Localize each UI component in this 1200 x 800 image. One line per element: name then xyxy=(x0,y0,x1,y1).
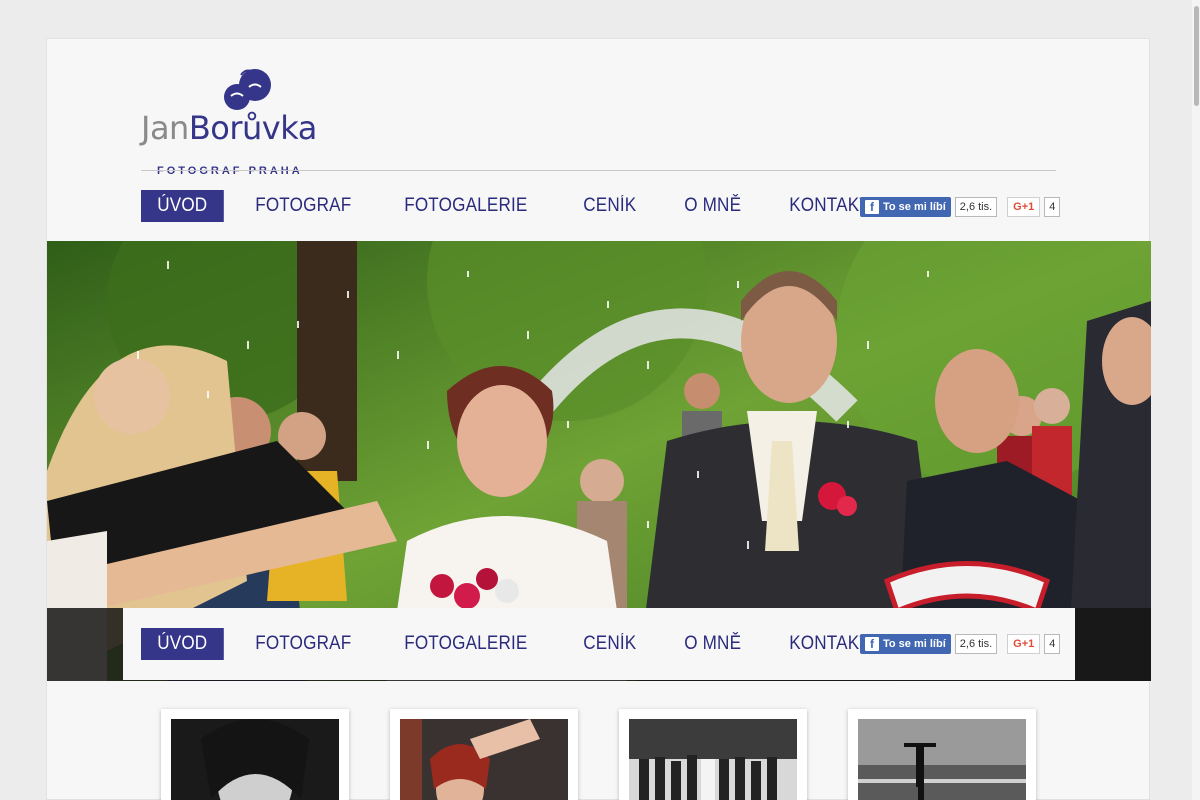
secondary-nav: ÚVOD FOTOGRAF FOTOGALERIE CENÍK O MNĚ KO… xyxy=(141,628,905,660)
facebook-like-button[interactable]: f To se mi líbí xyxy=(860,197,951,217)
nav2-item-cenik[interactable]: CENÍK xyxy=(567,628,653,660)
main-nav: ÚVOD FOTOGRAF FOTOGALERIE CENÍK O MNĚ KO… xyxy=(141,190,905,222)
page-container: JanBorůvka FOTOGRAF PRAHA ÚVOD FOTOGRAF … xyxy=(46,38,1151,800)
facebook-like-count-2: 2,6 tis. xyxy=(954,634,998,654)
thumbnail-bw-sea[interactable] xyxy=(848,709,1036,800)
google-plus-count-2: 4 xyxy=(1044,634,1061,654)
google-plus-button[interactable]: G+1 xyxy=(1007,197,1041,217)
secondary-nav-bar: ÚVOD FOTOGRAF FOTOGALERIE CENÍK O MNĚ KO… xyxy=(123,608,1075,680)
logo-surname: Borůvka xyxy=(188,109,317,147)
blueberries-icon xyxy=(224,69,271,110)
social-buttons: f To se mi líbí 2,6 tis. G+1 4 xyxy=(860,197,1061,217)
scrollbar-thumb[interactable] xyxy=(1194,6,1199,106)
facebook-icon: f xyxy=(865,200,879,214)
thumbnail-color-portrait[interactable] xyxy=(390,709,578,800)
secondary-social-buttons: f To se mi líbí 2,6 tis. G+1 4 xyxy=(860,634,1061,654)
google-plus-count: 4 xyxy=(1044,197,1061,217)
thumbnail-bw-wedding[interactable] xyxy=(619,709,807,800)
facebook-like-label: To se mi líbí xyxy=(883,638,946,650)
facebook-like-label: To se mi líbí xyxy=(883,201,946,213)
scrollbar-track[interactable] xyxy=(1192,0,1200,800)
nav-item-uvod[interactable]: ÚVOD xyxy=(141,190,224,222)
facebook-like-count: 2,6 tis. xyxy=(954,197,998,217)
nav-item-fotograf[interactable]: FOTOGRAF xyxy=(239,190,368,222)
logo-first-name: Jan xyxy=(141,109,189,147)
facebook-icon: f xyxy=(865,637,879,651)
gallery-thumbnails xyxy=(161,709,1041,800)
nav-item-fotogalerie[interactable]: FOTOGALERIE xyxy=(388,190,544,222)
site-logo[interactable]: JanBorůvka FOTOGRAF PRAHA xyxy=(141,65,341,177)
google-plus-button-2[interactable]: G+1 xyxy=(1007,634,1041,654)
hero-image: ÚVOD FOTOGRAF FOTOGALERIE CENÍK O MNĚ KO… xyxy=(47,241,1151,681)
nav-item-cenik[interactable]: CENÍK xyxy=(567,190,653,222)
logo-name: JanBorůvka xyxy=(141,109,317,147)
thumbnail-bw-portrait[interactable] xyxy=(161,709,349,800)
nav2-item-fotograf[interactable]: FOTOGRAF xyxy=(239,628,368,660)
nav2-item-fotogalerie[interactable]: FOTOGALERIE xyxy=(388,628,544,660)
facebook-like-button-2[interactable]: f To se mi líbí xyxy=(860,634,951,654)
nav-item-o-mne[interactable]: O MNĚ xyxy=(668,190,757,222)
header-divider xyxy=(141,170,1056,171)
nav2-item-uvod[interactable]: ÚVOD xyxy=(141,628,224,660)
nav2-item-o-mne[interactable]: O MNĚ xyxy=(668,628,757,660)
logo-tagline: FOTOGRAF PRAHA xyxy=(157,165,303,177)
